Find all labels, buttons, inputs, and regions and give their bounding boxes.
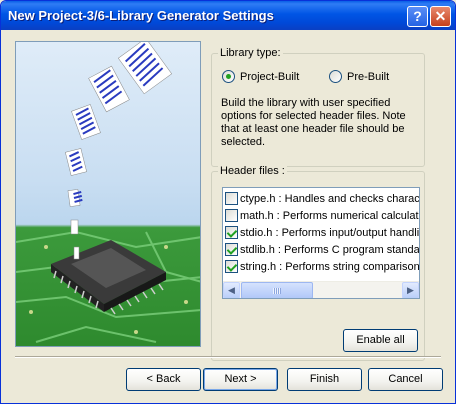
finish-button[interactable]: Finish bbox=[287, 368, 362, 391]
window-title: New Project-3/6-Library Generator Settin… bbox=[8, 8, 274, 23]
header-files-group: Header files : ctype.h : Handles and che… bbox=[211, 165, 425, 361]
footer-divider bbox=[15, 356, 441, 358]
back-button[interactable]: < Back bbox=[126, 368, 201, 391]
cancel-button[interactable]: Cancel bbox=[368, 368, 443, 391]
scroll-right-icon[interactable]: ▶ bbox=[402, 282, 419, 298]
title-bar[interactable]: New Project-3/6-Library Generator Settin… bbox=[1, 1, 455, 30]
radio-pre-built-label: Pre-Built bbox=[347, 70, 390, 83]
enable-all-button[interactable]: Enable all bbox=[343, 329, 418, 352]
checkbox-checked-icon[interactable] bbox=[225, 243, 238, 256]
header-item-label: ctype.h : Handles and checks charac bbox=[240, 192, 419, 205]
close-button[interactable]: ✕ bbox=[430, 6, 451, 27]
radio-unchecked-icon[interactable] bbox=[329, 70, 342, 83]
library-type-group: Library type: Project-Built Pre-Built Bu… bbox=[211, 47, 425, 167]
radio-checked-icon[interactable] bbox=[222, 70, 235, 83]
wizard-illustration bbox=[15, 41, 201, 347]
header-files-legend: Header files : bbox=[218, 165, 287, 177]
chip-documents-icon bbox=[16, 42, 200, 343]
checkbox-unchecked-icon[interactable] bbox=[225, 192, 238, 205]
radio-pre-built[interactable]: Pre-Built bbox=[329, 70, 389, 83]
scroll-thumb[interactable] bbox=[241, 282, 313, 298]
list-item[interactable]: string.h : Performs string comparison, c bbox=[225, 258, 419, 275]
dialog-body: Library type: Project-Built Pre-Built Bu… bbox=[4, 30, 452, 402]
radio-project-built[interactable]: Project-Built bbox=[222, 70, 299, 83]
horizontal-scrollbar[interactable]: ◀ ▶ bbox=[223, 281, 419, 298]
list-item[interactable]: ctype.h : Handles and checks charac bbox=[225, 190, 419, 207]
checkbox-unchecked-icon[interactable] bbox=[225, 209, 238, 222]
help-button[interactable]: ? bbox=[407, 6, 428, 27]
list-item[interactable]: stdlib.h : Performs C program standard bbox=[225, 241, 419, 258]
library-type-description: Build the library with user specified op… bbox=[221, 97, 406, 148]
checkbox-checked-icon[interactable] bbox=[225, 226, 238, 239]
list-item[interactable]: math.h : Performs numerical calculatio bbox=[225, 207, 419, 224]
checkbox-checked-icon[interactable] bbox=[225, 260, 238, 273]
header-item-label: stdlib.h : Performs C program standard bbox=[240, 243, 419, 256]
grip-icon bbox=[273, 288, 281, 294]
dialog-window: New Project-3/6-Library Generator Settin… bbox=[0, 0, 456, 404]
header-item-label: math.h : Performs numerical calculatio bbox=[240, 209, 419, 222]
library-type-legend: Library type: bbox=[218, 47, 283, 59]
next-button[interactable]: Next > bbox=[203, 368, 278, 391]
radio-project-built-label: Project-Built bbox=[240, 70, 300, 83]
header-item-label: stdio.h : Performs input/output handlin bbox=[240, 226, 419, 239]
scroll-left-icon[interactable]: ◀ bbox=[223, 282, 240, 298]
header-item-label: string.h : Performs string comparison, c bbox=[240, 260, 419, 273]
header-files-list[interactable]: ctype.h : Handles and checks charac math… bbox=[222, 187, 420, 299]
list-item[interactable]: stdio.h : Performs input/output handlin bbox=[225, 224, 419, 241]
